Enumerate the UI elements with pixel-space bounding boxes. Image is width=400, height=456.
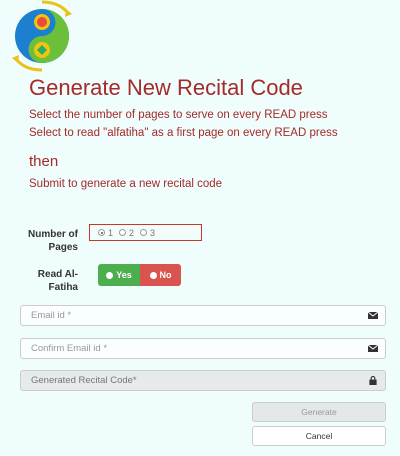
generated-code-field: Generated Recital Code*	[20, 370, 386, 391]
page-title: Generate New Recital Code	[29, 75, 303, 100]
pages-option-1[interactable]: 1	[98, 228, 113, 238]
email-field[interactable]: Email id *	[20, 305, 386, 326]
logo	[12, 0, 72, 72]
pages-label: Number of Pages	[28, 229, 78, 253]
generated-code-placeholder: Generated Recital Code*	[31, 375, 137, 386]
pages-option-2[interactable]: 2	[119, 228, 134, 238]
confirm-email-placeholder: Confirm Email id *	[31, 343, 108, 354]
fatiha-yes-button[interactable]: Yes	[98, 264, 140, 286]
email-placeholder: Email id *	[31, 310, 72, 321]
pages-option-3[interactable]: 3	[140, 228, 155, 238]
fatiha-label: Read Al-Fatiha	[37, 269, 78, 293]
radio-icon	[119, 229, 127, 236]
generate-button[interactable]: Generate	[252, 402, 386, 422]
cancel-button[interactable]: Cancel	[252, 426, 386, 446]
lock-icon	[369, 376, 377, 385]
confirm-email-field[interactable]: Confirm Email id *	[20, 338, 386, 359]
then-label: then	[29, 153, 59, 170]
envelope-icon	[368, 344, 378, 352]
envelope-icon	[368, 311, 378, 319]
circle-icon	[149, 271, 157, 279]
fatiha-toggle[interactable]: Yes No	[98, 264, 181, 286]
radio-icon	[140, 229, 148, 236]
radio-selected-icon	[98, 229, 105, 236]
instruction-submit: Submit to generate a new recital code	[29, 178, 223, 190]
instruction-fatiha: Select to read "alfatiha" as a first pag…	[29, 127, 338, 139]
instruction-pages: Select the number of pages to serve on e…	[29, 109, 328, 121]
pages-radio-group: 1 2 3	[89, 224, 202, 241]
fatiha-no-button[interactable]: No	[140, 264, 181, 286]
circle-icon	[106, 271, 114, 279]
